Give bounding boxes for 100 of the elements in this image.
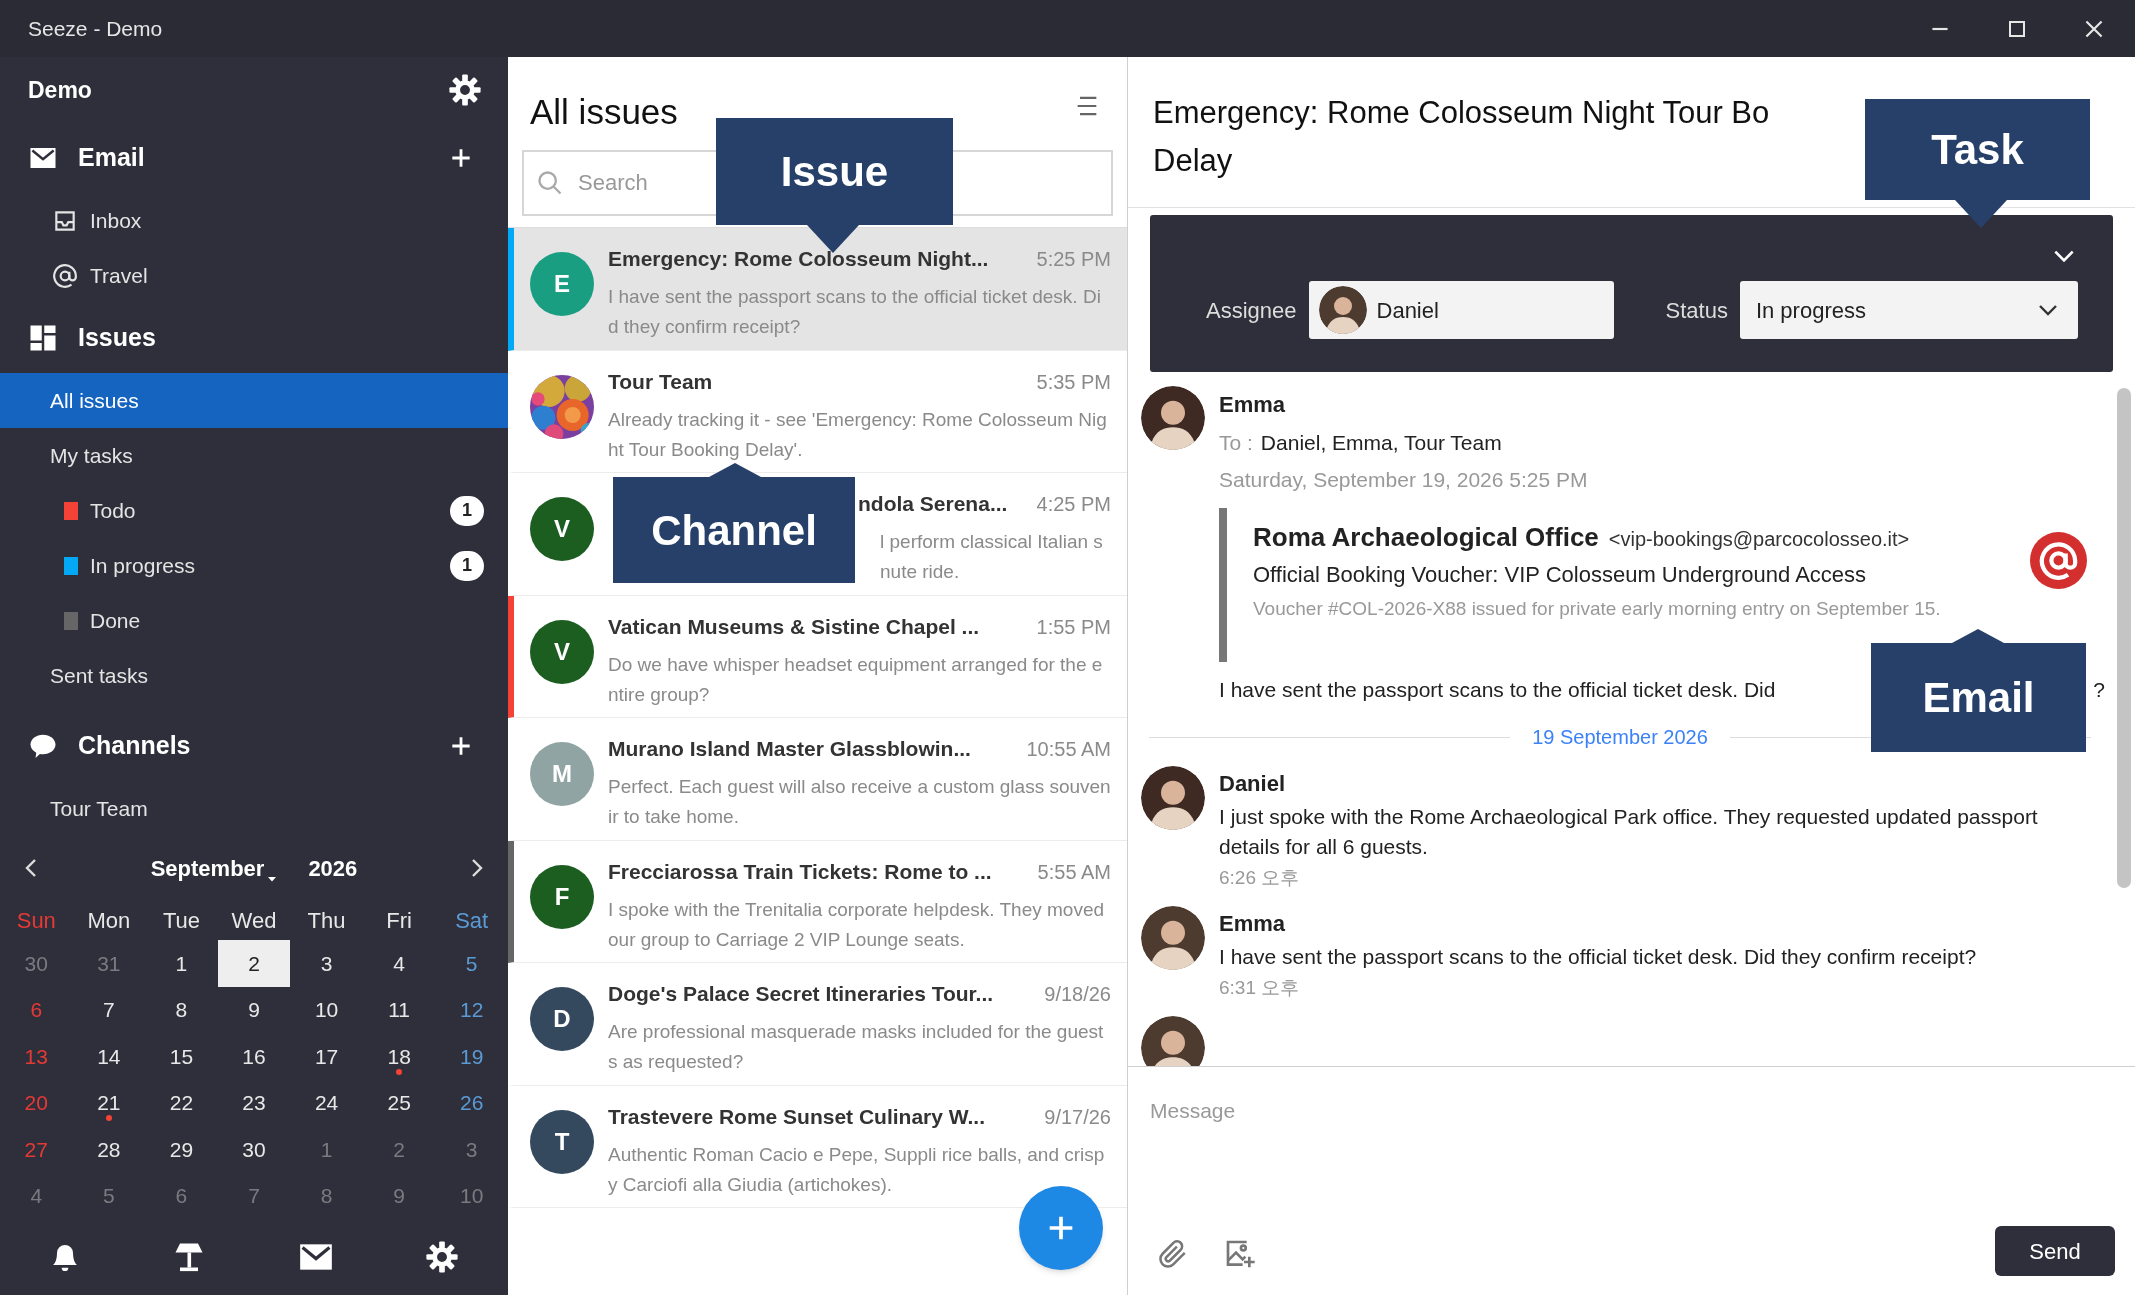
calendar-day[interactable]: 10: [290, 986, 363, 1033]
quoted-address: <vip-bookings@parcocolosseo.it>: [1608, 527, 1910, 552]
nav-item[interactable]: Sent tasks: [0, 648, 508, 703]
add-image-icon[interactable]: [1224, 1238, 1256, 1270]
person-avatar: [1318, 286, 1367, 334]
issue-preview: Already tracking it - see 'Emergency: Rome Colosseum Night Tour Booking Delay'.: [608, 407, 1108, 462]
calendar-day[interactable]: 18: [362, 1033, 436, 1080]
settings-icon[interactable]: [425, 1240, 459, 1274]
calendar-day[interactable]: 29: [145, 1126, 218, 1173]
assignee-name: Daniel: [1376, 296, 1439, 325]
calendar-day[interactable]: 28: [72, 1126, 146, 1173]
issue-title: ndola Serena...: [857, 491, 1008, 518]
calendar-day[interactable]: 19: [435, 1033, 508, 1080]
send-button[interactable]: Send: [1995, 1226, 2115, 1276]
issue-preview: Authentic Roman Cacio e Pepe, Suppli rice balls, and crispy Carciofi alla Giudia (artichokes).: [608, 1142, 1106, 1197]
sender-name: Emma: [1219, 910, 1287, 938]
calendar-day[interactable]: 14: [72, 1033, 146, 1080]
letter-avatar: D: [530, 987, 594, 1051]
letter-avatar: V: [530, 619, 594, 684]
add-button[interactable]: [1019, 1186, 1103, 1270]
calendar-day[interactable]: 2: [217, 940, 291, 987]
issue-time: 10:55 AM: [1025, 737, 1111, 762]
calendar-day[interactable]: 8: [145, 986, 218, 1033]
at-sign-icon: [2030, 532, 2087, 589]
calendar-day[interactable]: 17: [290, 1033, 363, 1080]
message-text: I have sent the passport scans to the official ticket desk. Did they confirm receipt?: [1219, 944, 1978, 970]
weekday-label: Sun: [15, 906, 57, 935]
calendar-day[interactable]: 15: [145, 1033, 218, 1080]
calendar-day[interactable]: 23: [217, 1079, 291, 1126]
settings-icon[interactable]: [448, 73, 482, 107]
calendar-day[interactable]: 25: [362, 1079, 436, 1126]
recipients: Daniel, Emma, Tour Team: [1260, 430, 1502, 456]
nav-item[interactable]: Done: [0, 593, 151, 648]
issue-time: 5:35 PM: [1035, 369, 1111, 395]
letter-avatar: E: [530, 252, 594, 316]
calendar-day[interactable]: 11: [362, 986, 436, 1033]
nav-item[interactable]: Todo: [0, 483, 146, 538]
pointer-arrow-icon: [709, 463, 761, 477]
nav-item[interactable]: All issues: [0, 373, 508, 428]
section-title: Channels: [78, 730, 191, 762]
message-text: I just spoke with the Rome Archaeological Park office. They requested updated passport details for all 6 guests.: [1219, 804, 2039, 860]
letter-avatar: V: [530, 497, 594, 561]
nav-item[interactable]: Inbox: [0, 193, 508, 248]
issue-title: Tour Team: [608, 368, 713, 395]
calendar-day[interactable]: 16: [217, 1033, 291, 1080]
message-date: Saturday, September 19, 2026 5:25 PM: [1219, 467, 1589, 493]
message-time: 6:26 오후: [1219, 866, 1301, 890]
weekday-label: Fri: [385, 906, 413, 935]
calendar-day[interactable]: 30: [217, 1126, 291, 1173]
calendar-day[interactable]: 26: [435, 1079, 508, 1126]
issue-time: 9/18/26: [1043, 982, 1111, 1007]
calendar-day[interactable]: 1: [145, 940, 218, 987]
calendar-day[interactable]: 7: [72, 986, 146, 1033]
issue-heading: Delay: [1153, 142, 1233, 180]
calendar-day[interactable]: 21: [72, 1079, 146, 1126]
issue-item[interactable]: F Frecciarossa Train Tickets: Rome to ... 5:55 AM I spoke with the Trenitalia corporate helpdesk. They moved our group to Carriage 2 VIP Lounge seats.: [508, 840, 1127, 963]
nav-item[interactable]: Travel: [0, 248, 508, 303]
callout-label: Email: [1871, 643, 2086, 752]
status-dropdown[interactable]: In progress: [1739, 281, 2078, 339]
calendar-day[interactable]: 22: [145, 1079, 218, 1126]
issue-title: Trastevere Rome Sunset Culinary W...: [608, 1103, 985, 1130]
issue-title: Doge's Palace Secret Itineraries Tour...: [608, 981, 994, 1008]
dashboard-icon: [28, 323, 58, 353]
scrollbar-thumb[interactable]: [2117, 388, 2131, 888]
message-field[interactable]: Message: [1150, 1095, 2115, 1213]
calendar-day[interactable]: 9: [217, 986, 291, 1033]
issue-time: 1:55 PM: [1035, 614, 1111, 640]
person-avatar: [1141, 1016, 1205, 1066]
paperclip-icon[interactable]: [1158, 1239, 1188, 1269]
issue-preview: Are professional masquerade masks included for the guests as requested?: [608, 1020, 1105, 1074]
weekday-label: Tue: [161, 906, 201, 935]
person-avatar: [1141, 386, 1205, 450]
issue-title: Vatican Museums & Sistine Chapel ...: [608, 613, 980, 640]
assignee-field[interactable]: Daniel: [1308, 281, 1614, 339]
calendar-day[interactable]: 3: [290, 940, 363, 987]
calendar-day[interactable]: 24: [290, 1079, 363, 1126]
search-icon: [536, 169, 564, 197]
issue-title: Emergency: Rome Colosseum Night...: [608, 246, 989, 273]
issue-item[interactable]: E Emergency: Rome Colosseum Night... 5:25 PM I have sent the passport scans to the official ticket desk. Did they confirm receipt?: [508, 228, 1127, 351]
calendar-day[interactable]: 4: [362, 940, 436, 987]
month-label[interactable]: September: [150, 851, 265, 885]
section-title: Email: [78, 142, 145, 174]
issue-preview: Do we have whisper headset equipment arranged for the entire group?: [608, 652, 1104, 707]
calendar-day[interactable]: 12: [435, 986, 508, 1033]
nav-item[interactable]: My tasks: [0, 428, 508, 483]
nav-item[interactable]: In progress: [0, 538, 206, 593]
nav-item[interactable]: Tour Team: [0, 781, 508, 836]
issue-item[interactable]: V Vatican Museums & Sistine Chapel ... 1:55 PM Do we have whisper headset equipment arranged for the entire group?: [508, 595, 1127, 718]
workspace-name: Demo: [28, 75, 92, 105]
year-label[interactable]: 2026: [308, 851, 358, 885]
person-avatar: [1141, 906, 1205, 970]
weekday-label: Sat: [454, 906, 490, 935]
sender-name: Emma: [1219, 391, 1287, 419]
at-sign-icon: [52, 262, 78, 289]
issue-heading: Emergency: Rome Colosseum Night Tour Bo: [1153, 94, 1770, 132]
preview-text: nute ride.: [880, 560, 961, 584]
issue-time: 5:25 PM: [1035, 247, 1111, 272]
calendar-day[interactable]: 5: [435, 940, 508, 987]
preview-text: l perform classical Italian s: [880, 530, 1104, 554]
message-time: 6:31 오후: [1219, 976, 1301, 1000]
